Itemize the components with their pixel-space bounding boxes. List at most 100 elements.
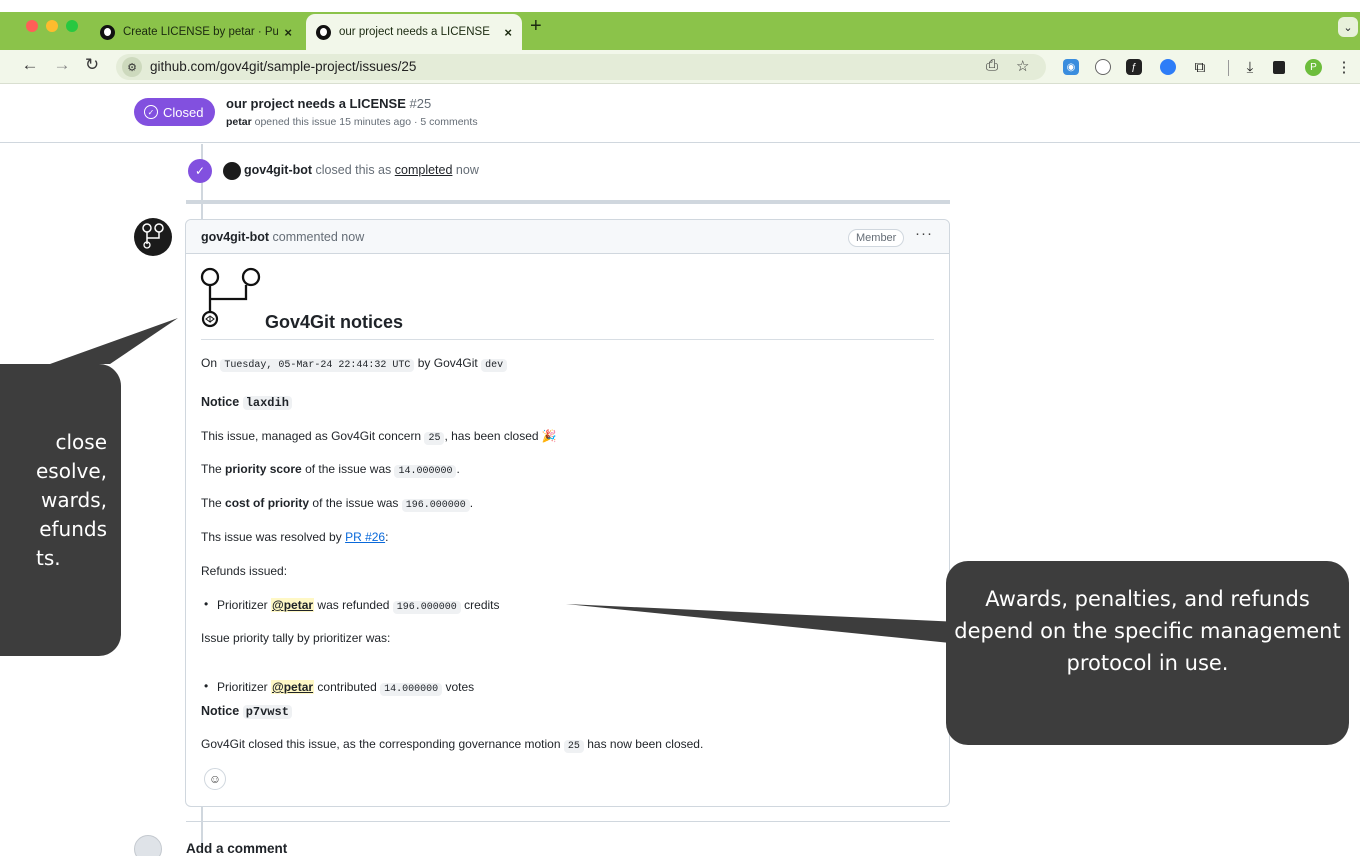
browser-tab-bar: Create LICENSE by petar · Pu × our proje… [0, 0, 1360, 50]
refund-list-item: Prioritizer @petar was refunded 196.0000… [201, 597, 964, 614]
extension-chat-icon[interactable] [1095, 59, 1111, 75]
closed-post: has now been closed. [587, 737, 704, 751]
more-options-icon[interactable]: ··· [915, 225, 933, 242]
close-icon[interactable]: × [504, 25, 512, 40]
priority-value: 14.000000 [394, 465, 457, 478]
gov4git-logo-icon [142, 223, 164, 249]
window-close-button[interactable] [26, 20, 38, 32]
tally-post: votes [445, 680, 475, 694]
back-arrow-icon[interactable]: ← [18, 55, 42, 75]
extension-figma-icon[interactable]: ƒ [1126, 59, 1142, 75]
closed-check-icon: ✓ [188, 159, 212, 183]
cost-pre: The [201, 496, 222, 510]
managed-pre: This issue, managed as Gov4Git concern [201, 429, 422, 443]
browser-toolbar: ← → ↻ ⚙ github.com/gov4git/sample-projec… [0, 50, 1360, 84]
current-user-avatar [134, 835, 162, 856]
bookmark-star-icon[interactable]: ☆ [1016, 57, 1029, 75]
comment-author-avatar[interactable] [134, 218, 172, 256]
address-bar[interactable]: ⚙ github.com/gov4git/sample-project/issu… [116, 54, 1046, 80]
window-zoom-button[interactable] [66, 20, 78, 32]
timeline-divider [186, 200, 950, 204]
install-app-icon[interactable]: ⎙ [986, 57, 998, 74]
extension-icon[interactable]: ◉ [1063, 59, 1079, 75]
comment-header: gov4git-bot commented now Member ··· [186, 220, 949, 254]
downloads-icon[interactable]: ⤓ [1242, 59, 1258, 76]
concern-id: 25 [424, 432, 445, 445]
tally-mid: contributed [317, 680, 377, 694]
left-callout-text: close esolve, wards, efunds ts. [36, 428, 107, 573]
tally-value: 14.000000 [380, 683, 443, 696]
issue-title[interactable]: our project needs a LICENSE #25 [226, 96, 431, 111]
github-icon [100, 24, 115, 40]
callout-line: ts. [35, 546, 61, 570]
issue-author[interactable]: petar [226, 116, 252, 128]
browser-tab-create-license[interactable]: Create LICENSE by petar · Pu × [90, 14, 302, 50]
closed-pre: Gov4Git closed this issue, as the corres… [201, 737, 561, 751]
notice-label: Notice [201, 395, 240, 409]
comment-card: gov4git-bot commented now Member ··· Gov… [185, 219, 950, 807]
notice-1-heading: Notice laxdih [201, 395, 292, 410]
profile-initial: P [1310, 62, 1317, 73]
right-callout: Awards, penalties, and refunds depend on… [946, 561, 1349, 745]
issue-title-text: our project needs a LICENSE [226, 96, 406, 111]
priority-bold: priority score [225, 462, 302, 476]
tab-search-chevron-icon[interactable]: ⌄ [1338, 17, 1358, 37]
tab-title: Create LICENSE by petar · Pu [123, 26, 279, 38]
event-actor[interactable]: gov4git-bot [244, 163, 312, 177]
extensions-puzzle-icon[interactable]: ⧉ [1192, 59, 1208, 76]
comment-action: commented now [272, 230, 365, 244]
left-callout: close esolve, wards, efunds ts. [0, 364, 121, 656]
issue-meta: petar opened this issue 15 minutes ago ·… [226, 116, 478, 128]
comment-author-name[interactable]: gov4git-bot [201, 230, 269, 244]
tally-list-item: Prioritizer @petar contributed 14.000000… [201, 679, 964, 696]
tab-title: our project needs a LICENSE [339, 26, 490, 38]
dev-code: dev [481, 359, 508, 372]
notices-heading: Gov4Git notices [265, 312, 404, 332]
notice-date-line: On Tuesday, 05-Mar-24 22:44:32 UTC by Go… [201, 356, 508, 372]
on-prefix: On [201, 356, 218, 370]
issue-state-badge: ✓ Closed [134, 98, 216, 126]
new-tab-plus-icon[interactable]: + [530, 15, 542, 38]
side-panel-icon[interactable] [1273, 61, 1285, 74]
add-reaction-smiley-icon[interactable]: ☺ [204, 768, 226, 790]
github-icon [316, 24, 331, 40]
issue-state-label: Closed [163, 104, 204, 120]
site-settings-icon[interactable]: ⚙ [122, 57, 142, 77]
refund-value: 196.000000 [392, 601, 461, 614]
tally-pre: Prioritizer [217, 680, 268, 694]
url-text[interactable]: github.com/gov4git/sample-project/issues… [150, 59, 416, 74]
closed-line: Gov4Git closed this issue, as the corres… [201, 737, 704, 753]
user-mention[interactable]: @petar [271, 680, 315, 694]
callout-line: efunds [39, 517, 107, 541]
issue-number: #25 [409, 96, 432, 111]
cost-bold: cost of priority [225, 496, 310, 510]
comment-author-line: gov4git-bot commented now [201, 230, 364, 244]
profile-avatar[interactable]: P [1305, 59, 1322, 76]
close-icon[interactable]: × [284, 25, 292, 40]
bot-avatar[interactable] [223, 162, 241, 180]
refund-pre: Prioritizer [217, 598, 268, 612]
close-event-text: gov4git-bot closed this as completed now [244, 163, 479, 177]
notice-id: laxdih [242, 396, 292, 410]
priority-pre: The [201, 462, 222, 476]
user-mention[interactable]: @petar [271, 598, 315, 612]
add-comment-heading: Add a comment [186, 841, 288, 856]
issue-meta-text: opened this issue 15 minutes ago · 5 com… [254, 116, 478, 128]
priority-mid: of the issue was [305, 462, 392, 476]
window-minimize-button[interactable] [46, 20, 58, 32]
callout-line: esolve, [35, 459, 107, 483]
event-completed-link[interactable]: completed [395, 163, 453, 177]
notice-id: p7vwst [242, 705, 292, 719]
browser-tab-issue[interactable]: our project needs a LICENSE × [306, 14, 522, 50]
refunds-label: Refunds issued: [201, 564, 288, 578]
managed-line: This issue, managed as Gov4Git concern 2… [201, 429, 557, 445]
check-circle-icon: ✓ [144, 105, 158, 119]
reload-icon[interactable]: ↻ [80, 55, 104, 75]
browser-menu-icon[interactable]: ⋮ [1336, 59, 1352, 76]
pr-link[interactable]: PR #26 [345, 530, 385, 544]
cost-line: The cost of priority of the issue was 19… [201, 496, 474, 512]
forward-arrow-icon[interactable]: → [50, 55, 74, 75]
cost-mid: of the issue was [312, 496, 399, 510]
extension-circle-icon[interactable] [1160, 59, 1176, 75]
left-callout-pointer [50, 318, 178, 364]
